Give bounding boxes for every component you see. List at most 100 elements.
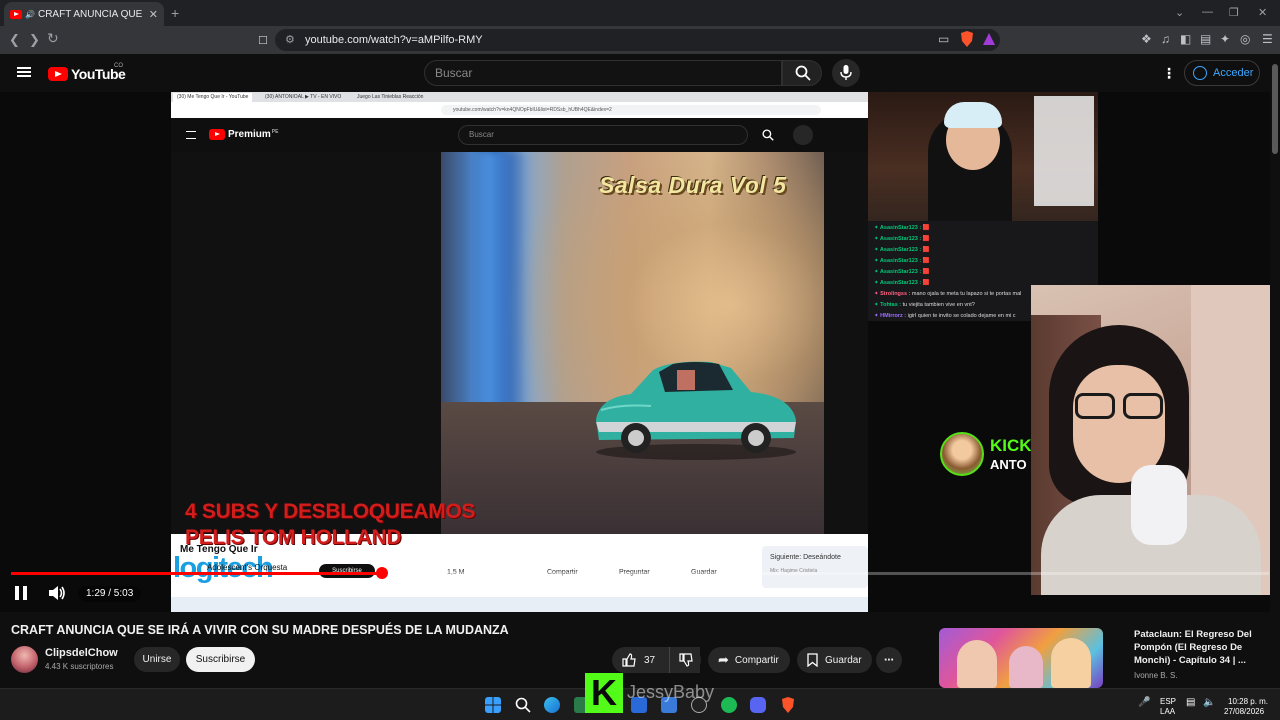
back-icon[interactable]: ❮ <box>9 32 20 48</box>
menu-icon[interactable]: ☰ <box>1262 32 1273 46</box>
inner-tab: Juego Las Tinieblas Reacción <box>357 94 424 100</box>
sign-in-button[interactable]: Acceder <box>1184 60 1260 86</box>
inner-logo-text: Premium <box>228 129 271 140</box>
progress-played <box>11 572 382 575</box>
search-button[interactable] <box>782 60 822 86</box>
thumbs-up-icon <box>622 653 636 667</box>
pause-icon[interactable] <box>15 586 27 600</box>
windows-start-icon[interactable] <box>485 697 501 713</box>
glasses-right <box>1123 393 1163 419</box>
channel-avatar[interactable] <box>11 646 38 673</box>
brave-rewards-icon[interactable] <box>982 31 996 47</box>
vpn-icon[interactable]: ◎ <box>1240 32 1250 46</box>
bookmark-icon[interactable]: □ <box>259 32 267 47</box>
share-icon: ➦ <box>718 652 729 667</box>
speaker-tray-icon[interactable]: 🔈 <box>1203 697 1215 708</box>
recommended-channel: Ivonne B. S. <box>1134 671 1178 680</box>
wallet-icon[interactable]: ▤ <box>1200 32 1211 46</box>
country-code: CO <box>114 63 123 69</box>
chat-message: ✦ AsasinStar123 : 🟥 <box>874 247 930 253</box>
close-tab-icon[interactable]: ✕ <box>149 8 158 21</box>
guide-menu-icon[interactable] <box>17 67 31 77</box>
tab-title: CRAFT ANUNCIA QUE SE IRÁ <box>37 8 145 20</box>
microphone-tray-icon[interactable]: 🎤 <box>1138 697 1150 708</box>
screen-capture-browser: (30) Me Tengo Que Ir - YouTube (30) ANTO… <box>171 92 868 612</box>
media-icon[interactable]: ♫ <box>1161 32 1170 46</box>
site-info-icon[interactable]: ⚙ <box>285 29 295 51</box>
thumb-figure <box>1051 638 1091 688</box>
youtube-logo[interactable]: YouTube CO <box>48 63 126 82</box>
chat-message: ✦ Tohtas : tu viejita tambien vive en vn… <box>874 302 975 308</box>
streamer-webcam-top <box>868 92 1098 222</box>
reload-icon[interactable]: ↻ <box>47 30 59 47</box>
extensions-icon[interactable]: ❖ <box>1141 32 1152 46</box>
recommended-thumbnail[interactable] <box>939 628 1103 688</box>
sidebar-icon[interactable]: ◧ <box>1180 32 1191 46</box>
chat-username: ✦ Tohtas : <box>874 302 903 308</box>
microphone-icon <box>840 65 852 80</box>
scrollbar-thumb[interactable] <box>1272 64 1278 154</box>
edge-icon[interactable] <box>544 697 560 713</box>
settings-menu-icon[interactable]: ⋮ <box>1162 65 1176 82</box>
channel-name[interactable]: ClipsdelChow <box>45 647 118 659</box>
taskbar-search-icon[interactable] <box>515 697 531 713</box>
network-icon[interactable]: ▤ <box>1186 697 1195 708</box>
subscriber-count: 4.43 K suscriptores <box>45 662 114 671</box>
like-count: 37 <box>644 654 656 666</box>
dislike-button[interactable] <box>669 647 701 673</box>
leo-ai-icon[interactable]: ✦ <box>1220 32 1230 46</box>
cast-icon[interactable]: ▭ <box>938 32 949 46</box>
inner-play-icon <box>209 129 225 140</box>
inner-youtube-header: Premium PE Buscar <box>171 118 868 152</box>
chat-username: ✦ AsasinStar123 : <box>874 258 923 264</box>
chat-text: 🟥 <box>922 280 930 286</box>
clock-time[interactable]: 10:28 p. m. <box>1228 697 1268 706</box>
more-actions-icon[interactable]: ⋯ <box>876 647 902 673</box>
inner-search-input: Buscar <box>458 125 748 145</box>
inner-url: youtube.com/watch?v=kn4QNOpFbIU&list=RDS… <box>441 105 821 115</box>
inner-address-bar: youtube.com/watch?v=kn4QNOpFbIU&list=RDS… <box>171 102 868 118</box>
language-code[interactable]: ESP <box>1160 697 1176 706</box>
voice-search-button[interactable] <box>832 59 860 87</box>
chat-username: ✦ AsasinStar123 : <box>874 225 923 231</box>
new-tab-button[interactable]: + <box>171 5 179 21</box>
join-button[interactable]: Unirse <box>134 647 180 672</box>
share-label: Compartir <box>734 654 779 666</box>
inner-tab: (30) Me Tengo Que Ir - YouTube <box>173 93 253 102</box>
region-code: LAA <box>1160 707 1176 716</box>
minimize-icon[interactable]: — <box>1202 6 1213 18</box>
chat-username: ✦ AsasinStar123 : <box>874 280 923 286</box>
close-window-icon[interactable]: ✕ <box>1258 6 1267 19</box>
subscribe-button[interactable]: Suscribirse <box>186 647 255 672</box>
chat-message: ✦ AsasinStar123 : 🟥 <box>874 258 930 264</box>
save-button[interactable]: Guardar <box>797 647 872 673</box>
discord-icon[interactable] <box>750 697 766 713</box>
account-icon <box>1193 66 1207 80</box>
inner-tab-bar: (30) Me Tengo Que Ir - YouTube (30) ANTO… <box>171 92 868 102</box>
volume-icon[interactable] <box>48 585 66 601</box>
scrubber-handle[interactable] <box>376 567 388 579</box>
address-bar[interactable]: ⚙ youtube.com/watch?v=aMPilfo-RMY <box>275 29 1000 51</box>
chat-message: ✦ AsasinStar123 : 🟥 <box>874 236 930 242</box>
url-text: youtube.com/watch?v=aMPilfo-RMY <box>305 34 483 46</box>
brave-taskbar-icon[interactable] <box>780 697 796 713</box>
chat-message: ✦ AsasinStar123 : 🟥 <box>874 280 930 286</box>
brave-shields-icon[interactable] <box>960 31 974 47</box>
clock-date: 27/08/2026 <box>1224 707 1265 716</box>
search-input[interactable]: Buscar <box>424 60 782 86</box>
inner-subscribe-button: Suscribirse <box>319 564 375 578</box>
save-icon <box>807 653 818 667</box>
share-button[interactable]: ➦ Compartir <box>708 647 790 673</box>
chat-text: igirl quien te invito se colado dejame e… <box>907 313 1016 319</box>
maximize-icon[interactable]: ❐ <box>1229 6 1239 19</box>
recommended-title[interactable]: Pataclaun: El Regreso Del Pompón (El Reg… <box>1134 628 1274 667</box>
inner-taskbar <box>171 597 868 612</box>
tab-search-icon[interactable]: ⌄ <box>1175 6 1184 19</box>
chat-text: mano ojala te meta tu lapazo si te porta… <box>911 291 1022 297</box>
search-icon <box>795 65 811 81</box>
video-player[interactable]: (30) Me Tengo Que Ir - YouTube (30) ANTO… <box>0 92 1280 612</box>
chat-username: ✦ Strolingss : <box>874 291 912 297</box>
browser-tab-active[interactable]: 🔊 CRAFT ANUNCIA QUE SE IRÁ ✕ <box>4 2 164 26</box>
forward-icon[interactable]: ❯ <box>29 32 40 48</box>
chat-username: ✦ HMirrorz : <box>874 313 908 319</box>
